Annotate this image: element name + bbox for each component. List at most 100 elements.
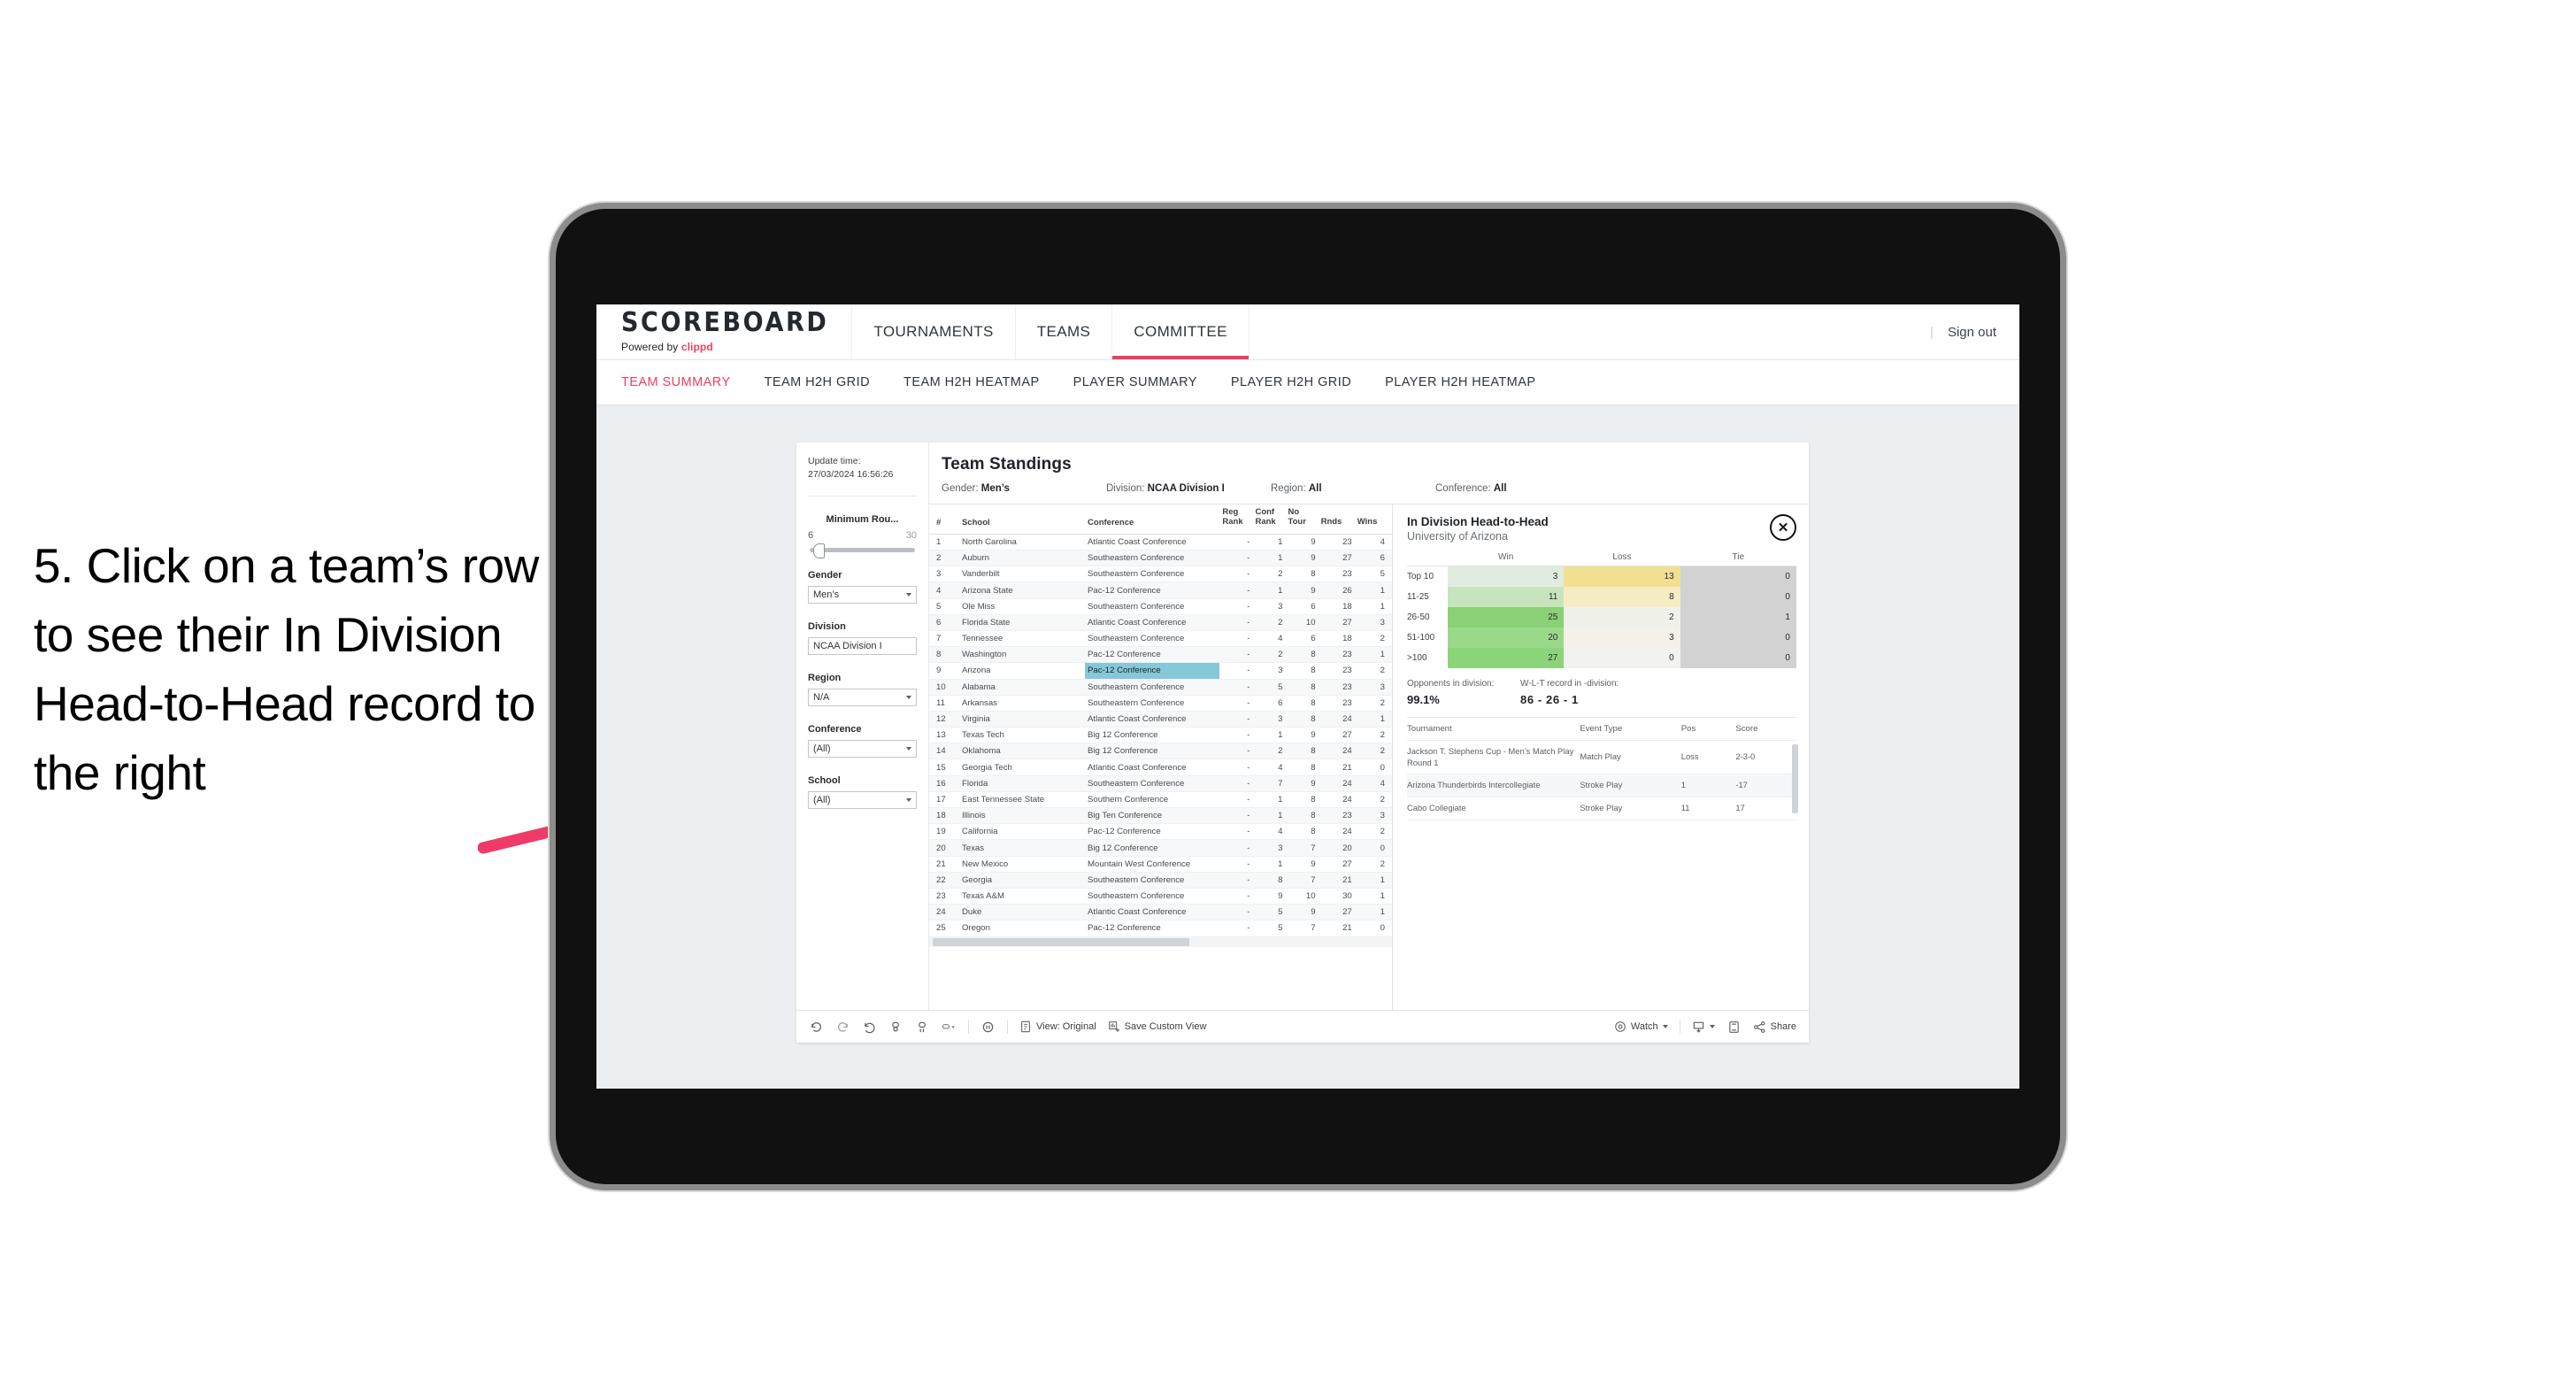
h2h-cell[interactable]: 1 <box>1680 607 1796 628</box>
undo-icon[interactable] <box>809 1020 824 1035</box>
cell-score: -17 <box>1735 774 1796 798</box>
cell-rnds: 30 <box>1318 888 1355 905</box>
h2h-cell[interactable]: 11 <box>1448 587 1565 607</box>
table-row[interactable]: 13 Texas Tech Big 12 Conference -1 9 27 2 <box>929 727 1392 744</box>
subnav-player-summary[interactable]: PLAYER SUMMARY <box>1073 375 1197 389</box>
table-horizontal-scrollbar[interactable] <box>929 936 1392 947</box>
table-row[interactable]: 12 Virginia Atlantic Coast Conference -3 8 24… <box>929 711 1392 728</box>
table-row[interactable]: 10 Alabama Southeastern Conference -5 8 23 3 <box>929 679 1392 696</box>
nav-tournaments[interactable]: TOURNAMENTS <box>852 304 1016 359</box>
table-row[interactable]: 15 Georgia Tech Atlantic Coast Conference -… <box>929 758 1392 776</box>
table-row[interactable]: 22 Georgia Southeastern Conference -8 7 21 1 <box>929 872 1392 889</box>
h2h-cell[interactable]: 20 <box>1448 628 1565 648</box>
table-row[interactable]: 23 Texas A&M Southeastern Conference -9 10 30… <box>929 888 1392 905</box>
table-row[interactable]: 21 New Mexico Mountain West Conference -1 9 2… <box>929 856 1392 873</box>
table-row[interactable]: 19 California Pac-12 Conference -4 8 24 2 <box>929 823 1392 841</box>
table-row[interactable]: 24 Duke Atlantic Coast Conference -5 9 27 1 <box>929 904 1392 921</box>
meta-conference-value: All <box>1493 483 1507 494</box>
table-row[interactable]: 14 Oklahoma Big 12 Conference -2 8 24 2 <box>929 743 1392 760</box>
cell-reg-rank: - <box>1219 872 1253 889</box>
col-tournament[interactable]: Tournament <box>1407 718 1580 741</box>
view-original-button[interactable]: View: Original <box>1019 1020 1096 1033</box>
h2h-cell[interactable]: 25 <box>1448 607 1565 628</box>
table-row[interactable]: 5 Ole Miss Southeastern Conference -3 6 18 1 <box>929 598 1392 615</box>
table-row[interactable]: 11 Arkansas Southeastern Conference -6 8 23 2 <box>929 695 1392 712</box>
school-select[interactable]: (All) <box>808 791 917 810</box>
nav-teams[interactable]: TEAMS <box>1016 304 1113 359</box>
watch-button[interactable]: Watch <box>1614 1020 1668 1033</box>
subnav-player-h2h-grid[interactable]: PLAYER H2H GRID <box>1231 375 1351 389</box>
table-row[interactable]: 18 Illinois Big Ten Conference -1 8 23 3 <box>929 807 1392 825</box>
tournament-row[interactable]: Cabo Collegiate Stroke Play 11 17 <box>1407 797 1796 820</box>
toolbar-divider <box>1007 1020 1008 1034</box>
pause-auto-update-icon[interactable] <box>980 1020 996 1035</box>
h2h-cell[interactable]: 2 <box>1564 607 1680 628</box>
close-icon[interactable]: ✕ <box>1770 514 1796 541</box>
scrollbar-thumb[interactable] <box>933 937 1189 946</box>
sign-out-link[interactable]: Sign out <box>1948 325 1996 340</box>
redo-icon[interactable] <box>835 1020 850 1035</box>
cell-school: Illinois <box>958 807 1086 825</box>
tournament-row[interactable]: Arizona Thunderbirds Intercollegiate Stro… <box>1407 774 1796 798</box>
col-score[interactable]: Score <box>1735 718 1796 741</box>
download-button[interactable] <box>1692 1020 1715 1034</box>
filter-region: Region N/A <box>808 673 917 707</box>
table-row[interactable]: 4 Arizona State Pac-12 Conference -1 9 26 1 <box>929 581 1392 599</box>
h2h-cell[interactable]: 3 <box>1564 628 1680 648</box>
table-row[interactable]: 8 Washington Pac-12 Conference -2 8 23 1 <box>929 646 1392 664</box>
col-conf-rank[interactable]: Conf Rank <box>1252 504 1286 535</box>
share-button[interactable]: Share <box>1753 1020 1796 1034</box>
col-rnds[interactable]: Rnds <box>1318 504 1355 535</box>
table-and-detail: # School Conference Reg Rank Conf Rank No T… <box>929 504 1809 1010</box>
col-no-tour[interactable]: No Tour <box>1285 504 1319 535</box>
h2h-cell[interactable]: 0 <box>1680 628 1796 648</box>
h2h-cell[interactable]: 0 <box>1680 648 1796 668</box>
subnav-team-h2h-heatmap[interactable]: TEAM H2H HEATMAP <box>904 375 1040 389</box>
resume-refresh-icon[interactable] <box>915 1020 930 1035</box>
conference-select[interactable]: (All) <box>808 740 917 758</box>
col-wins[interactable]: Wins <box>1354 504 1392 535</box>
col-conference[interactable]: Conference <box>1085 504 1220 535</box>
fullscreen-icon[interactable] <box>1726 1020 1742 1035</box>
h2h-cell[interactable]: 0 <box>1680 587 1796 607</box>
table-row[interactable]: 16 Florida Southeastern Conference -7 9 24 4 <box>929 775 1392 792</box>
cell-conf-rank: 3 <box>1252 598 1286 615</box>
division-select[interactable]: NCAA Division I <box>808 637 917 656</box>
save-custom-view-button[interactable]: Save Custom View <box>1108 1020 1206 1033</box>
min-rounds-slider[interactable] <box>810 543 915 559</box>
h2h-cell[interactable]: 0 <box>1680 566 1796 587</box>
pause-refresh-icon[interactable] <box>888 1020 904 1035</box>
h2h-row-label: Top 10 <box>1407 572 1434 581</box>
col-reg-rank[interactable]: Reg Rank <box>1219 504 1253 535</box>
subnav: TEAM SUMMARY TEAM H2H GRID TEAM H2H HEAT… <box>596 360 2019 405</box>
table-row[interactable]: 6 Florida State Atlantic Coast Conference -… <box>929 614 1392 631</box>
table-row[interactable]: 17 East Tennessee State Southern Conferenc… <box>929 791 1392 809</box>
h2h-cell[interactable]: 13 <box>1564 566 1680 587</box>
subnav-team-summary[interactable]: TEAM SUMMARY <box>621 375 731 389</box>
shape-dropdown-icon[interactable] <box>942 1020 957 1035</box>
subnav-team-h2h-grid[interactable]: TEAM H2H GRID <box>765 375 870 389</box>
subnav-player-h2h-heatmap[interactable]: PLAYER H2H HEATMAP <box>1385 375 1535 389</box>
revert-icon[interactable] <box>862 1020 877 1035</box>
h2h-cell[interactable]: 3 <box>1448 566 1565 587</box>
min-rounds-slider-handle[interactable] <box>812 543 825 559</box>
col-school[interactable]: School <box>958 504 1086 535</box>
table-row[interactable]: 25 Oregon Pac-12 Conference -5 7 21 0 <box>929 920 1392 937</box>
h2h-cell[interactable]: 8 <box>1564 587 1680 607</box>
gender-select[interactable]: Men’s <box>808 586 917 604</box>
h2h-cell[interactable]: 0 <box>1564 648 1680 668</box>
region-select[interactable]: N/A <box>808 689 917 707</box>
tournament-vertical-scrollbar[interactable] <box>1792 744 1798 813</box>
table-row[interactable]: 1 North Carolina Atlantic Coast Conference… <box>929 534 1392 551</box>
nav-committee[interactable]: COMMITTEE <box>1112 304 1250 359</box>
col-rank[interactable]: # <box>929 504 959 535</box>
col-pos[interactable]: Pos <box>1680 718 1736 741</box>
table-row[interactable]: 7 Tennessee Southeastern Conference -4 6 18 2 <box>929 630 1392 648</box>
table-row[interactable]: 9 Arizona Pac-12 Conference -3 8 23 2 <box>929 662 1392 680</box>
tournament-row[interactable]: Jackson T. Stephens Cup - Men’s Match Pl… <box>1407 740 1796 775</box>
table-row[interactable]: 20 Texas Big 12 Conference -3 7 20 0 <box>929 839 1392 857</box>
table-row[interactable]: 2 Auburn Southeastern Conference -1 9 27 6 <box>929 550 1392 567</box>
col-event-type[interactable]: Event Type <box>1580 718 1681 741</box>
table-row[interactable]: 3 Vanderbilt Southeastern Conference -2 8 23 5 <box>929 566 1392 583</box>
h2h-cell[interactable]: 27 <box>1448 648 1565 668</box>
